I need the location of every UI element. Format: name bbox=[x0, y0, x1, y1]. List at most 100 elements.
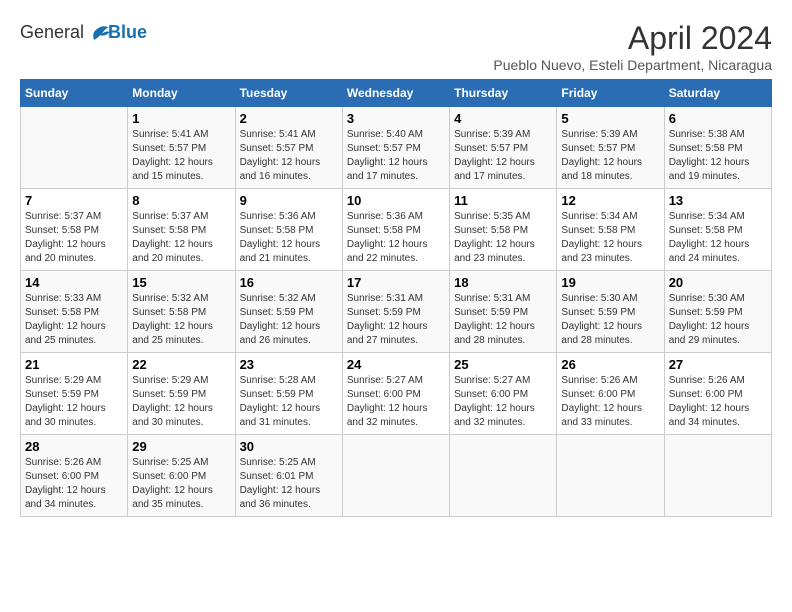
day-number: 1 bbox=[132, 111, 230, 126]
calendar-cell bbox=[342, 435, 449, 517]
day-info: Sunrise: 5:25 AMSunset: 6:01 PMDaylight:… bbox=[240, 456, 338, 512]
logo-text-blue: Blue bbox=[108, 22, 147, 43]
day-number: 11 bbox=[454, 193, 552, 208]
header-wednesday: Wednesday bbox=[342, 80, 449, 107]
day-info: Sunrise: 5:36 AMSunset: 5:58 PMDaylight:… bbox=[347, 210, 445, 266]
day-number: 13 bbox=[669, 193, 767, 208]
day-number: 28 bbox=[25, 439, 123, 454]
calendar-cell: 29 Sunrise: 5:25 AMSunset: 6:00 PMDayligh… bbox=[128, 435, 235, 517]
day-number: 10 bbox=[347, 193, 445, 208]
day-info: Sunrise: 5:40 AMSunset: 5:57 PMDaylight:… bbox=[347, 128, 445, 184]
day-number: 23 bbox=[240, 357, 338, 372]
day-info: Sunrise: 5:34 AMSunset: 5:58 PMDaylight:… bbox=[669, 210, 767, 266]
day-number: 22 bbox=[132, 357, 230, 372]
subtitle: Pueblo Nuevo, Esteli Department, Nicarag… bbox=[493, 57, 772, 73]
day-info: Sunrise: 5:39 AMSunset: 5:57 PMDaylight:… bbox=[561, 128, 659, 184]
week-row-4: 21Sunrise: 5:29 AMSunset: 5:59 PMDayligh… bbox=[21, 353, 772, 435]
day-number: 2 bbox=[240, 111, 338, 126]
day-number: 3 bbox=[347, 111, 445, 126]
logo: General Blue bbox=[20, 20, 147, 44]
day-number: 8 bbox=[132, 193, 230, 208]
day-info: Sunrise: 5:41 AMSunset: 5:57 PMDaylight:… bbox=[132, 128, 230, 184]
week-row-1: 1 Sunrise: 5:41 AMSunset: 5:57 PMDaylight… bbox=[21, 107, 772, 189]
calendar-cell: 24 Sunrise: 5:27 AMSunset: 6:00 PMDayligh… bbox=[342, 353, 449, 435]
header-tuesday: Tuesday bbox=[235, 80, 342, 107]
calendar-cell: 4 Sunrise: 5:39 AMSunset: 5:57 PMDaylight… bbox=[450, 107, 557, 189]
day-number: 26 bbox=[561, 357, 659, 372]
day-number: 27 bbox=[669, 357, 767, 372]
calendar-body: 1 Sunrise: 5:41 AMSunset: 5:57 PMDaylight… bbox=[21, 107, 772, 517]
calendar-cell: 18Sunrise: 5:31 AMSunset: 5:59 PMDayligh… bbox=[450, 271, 557, 353]
header-friday: Friday bbox=[557, 80, 664, 107]
day-number: 19 bbox=[561, 275, 659, 290]
day-info: Sunrise: 5:30 AMSunset: 5:59 PMDaylight:… bbox=[561, 292, 659, 348]
day-number: 21 bbox=[25, 357, 123, 372]
calendar-cell: 10 Sunrise: 5:36 AMSunset: 5:58 PMDayligh… bbox=[342, 189, 449, 271]
title-area: April 2024 Pueblo Nuevo, Esteli Departme… bbox=[493, 20, 772, 73]
calendar-cell: 19 Sunrise: 5:30 AMSunset: 5:59 PMDayligh… bbox=[557, 271, 664, 353]
day-number: 14 bbox=[25, 275, 123, 290]
day-number: 9 bbox=[240, 193, 338, 208]
day-info: Sunrise: 5:35 AMSunset: 5:58 PMDaylight:… bbox=[454, 210, 552, 266]
calendar-cell: 9 Sunrise: 5:36 AMSunset: 5:58 PMDaylight… bbox=[235, 189, 342, 271]
day-number: 7 bbox=[25, 193, 123, 208]
day-info: Sunrise: 5:32 AMSunset: 5:59 PMDaylight:… bbox=[240, 292, 338, 348]
calendar-cell: 22Sunrise: 5:29 AMSunset: 5:59 PMDayligh… bbox=[128, 353, 235, 435]
calendar-cell: 7Sunrise: 5:37 AMSunset: 5:58 PMDaylight… bbox=[21, 189, 128, 271]
calendar-cell: 27Sunrise: 5:26 AMSunset: 6:00 PMDayligh… bbox=[664, 353, 771, 435]
day-number: 16 bbox=[240, 275, 338, 290]
calendar-cell bbox=[21, 107, 128, 189]
calendar-cell: 21Sunrise: 5:29 AMSunset: 5:59 PMDayligh… bbox=[21, 353, 128, 435]
day-number: 5 bbox=[561, 111, 659, 126]
day-number: 17 bbox=[347, 275, 445, 290]
day-info: Sunrise: 5:28 AMSunset: 5:59 PMDaylight:… bbox=[240, 374, 338, 430]
calendar-cell: 11 Sunrise: 5:35 AMSunset: 5:58 PMDayligh… bbox=[450, 189, 557, 271]
day-info: Sunrise: 5:26 AMSunset: 6:00 PMDaylight:… bbox=[561, 374, 659, 430]
day-info: Sunrise: 5:39 AMSunset: 5:57 PMDaylight:… bbox=[454, 128, 552, 184]
day-info: Sunrise: 5:25 AMSunset: 6:00 PMDaylight:… bbox=[132, 456, 230, 512]
calendar-cell bbox=[450, 435, 557, 517]
day-info: Sunrise: 5:41 AMSunset: 5:57 PMDaylight:… bbox=[240, 128, 338, 184]
day-info: Sunrise: 5:36 AMSunset: 5:58 PMDaylight:… bbox=[240, 210, 338, 266]
calendar-cell: 2 Sunrise: 5:41 AMSunset: 5:57 PMDaylight… bbox=[235, 107, 342, 189]
day-info: Sunrise: 5:27 AMSunset: 6:00 PMDaylight:… bbox=[454, 374, 552, 430]
day-info: Sunrise: 5:38 AMSunset: 5:58 PMDaylight:… bbox=[669, 128, 767, 184]
calendar-cell: 25 Sunrise: 5:27 AMSunset: 6:00 PMDayligh… bbox=[450, 353, 557, 435]
day-info: Sunrise: 5:26 AMSunset: 6:00 PMDaylight:… bbox=[25, 456, 123, 512]
calendar-header-row: SundayMondayTuesdayWednesdayThursdayFrid… bbox=[21, 80, 772, 107]
header-saturday: Saturday bbox=[664, 80, 771, 107]
day-number: 15 bbox=[132, 275, 230, 290]
calendar-cell: 30Sunrise: 5:25 AMSunset: 6:01 PMDayligh… bbox=[235, 435, 342, 517]
calendar-cell: 1 Sunrise: 5:41 AMSunset: 5:57 PMDaylight… bbox=[128, 107, 235, 189]
calendar-cell: 3 Sunrise: 5:40 AMSunset: 5:57 PMDaylight… bbox=[342, 107, 449, 189]
day-info: Sunrise: 5:27 AMSunset: 6:00 PMDaylight:… bbox=[347, 374, 445, 430]
calendar-cell: 13 Sunrise: 5:34 AMSunset: 5:58 PMDayligh… bbox=[664, 189, 771, 271]
day-number: 24 bbox=[347, 357, 445, 372]
calendar-cell: 5 Sunrise: 5:39 AMSunset: 5:57 PMDaylight… bbox=[557, 107, 664, 189]
day-info: Sunrise: 5:37 AMSunset: 5:58 PMDaylight:… bbox=[132, 210, 230, 266]
calendar-cell: 6Sunrise: 5:38 AMSunset: 5:58 PMDaylight… bbox=[664, 107, 771, 189]
calendar-cell: 8 Sunrise: 5:37 AMSunset: 5:58 PMDaylight… bbox=[128, 189, 235, 271]
calendar-cell: 16 Sunrise: 5:32 AMSunset: 5:59 PMDayligh… bbox=[235, 271, 342, 353]
logo-bird-icon bbox=[86, 20, 110, 44]
day-info: Sunrise: 5:32 AMSunset: 5:58 PMDaylight:… bbox=[132, 292, 230, 348]
day-number: 12 bbox=[561, 193, 659, 208]
day-number: 25 bbox=[454, 357, 552, 372]
calendar-cell bbox=[557, 435, 664, 517]
calendar-cell: 14 Sunrise: 5:33 AMSunset: 5:58 PMDayligh… bbox=[21, 271, 128, 353]
week-row-3: 14 Sunrise: 5:33 AMSunset: 5:58 PMDayligh… bbox=[21, 271, 772, 353]
day-number: 29 bbox=[132, 439, 230, 454]
calendar-table: SundayMondayTuesdayWednesdayThursdayFrid… bbox=[20, 79, 772, 517]
day-number: 4 bbox=[454, 111, 552, 126]
calendar-cell: 15 Sunrise: 5:32 AMSunset: 5:58 PMDayligh… bbox=[128, 271, 235, 353]
calendar-cell: 26 Sunrise: 5:26 AMSunset: 6:00 PMDayligh… bbox=[557, 353, 664, 435]
calendar-cell: 23 Sunrise: 5:28 AMSunset: 5:59 PMDayligh… bbox=[235, 353, 342, 435]
day-info: Sunrise: 5:31 AMSunset: 5:59 PMDaylight:… bbox=[454, 292, 552, 348]
header-thursday: Thursday bbox=[450, 80, 557, 107]
day-info: Sunrise: 5:31 AMSunset: 5:59 PMDaylight:… bbox=[347, 292, 445, 348]
week-row-5: 28 Sunrise: 5:26 AMSunset: 6:00 PMDayligh… bbox=[21, 435, 772, 517]
day-info: Sunrise: 5:33 AMSunset: 5:58 PMDaylight:… bbox=[25, 292, 123, 348]
header-sunday: Sunday bbox=[21, 80, 128, 107]
header-monday: Monday bbox=[128, 80, 235, 107]
calendar-cell bbox=[664, 435, 771, 517]
